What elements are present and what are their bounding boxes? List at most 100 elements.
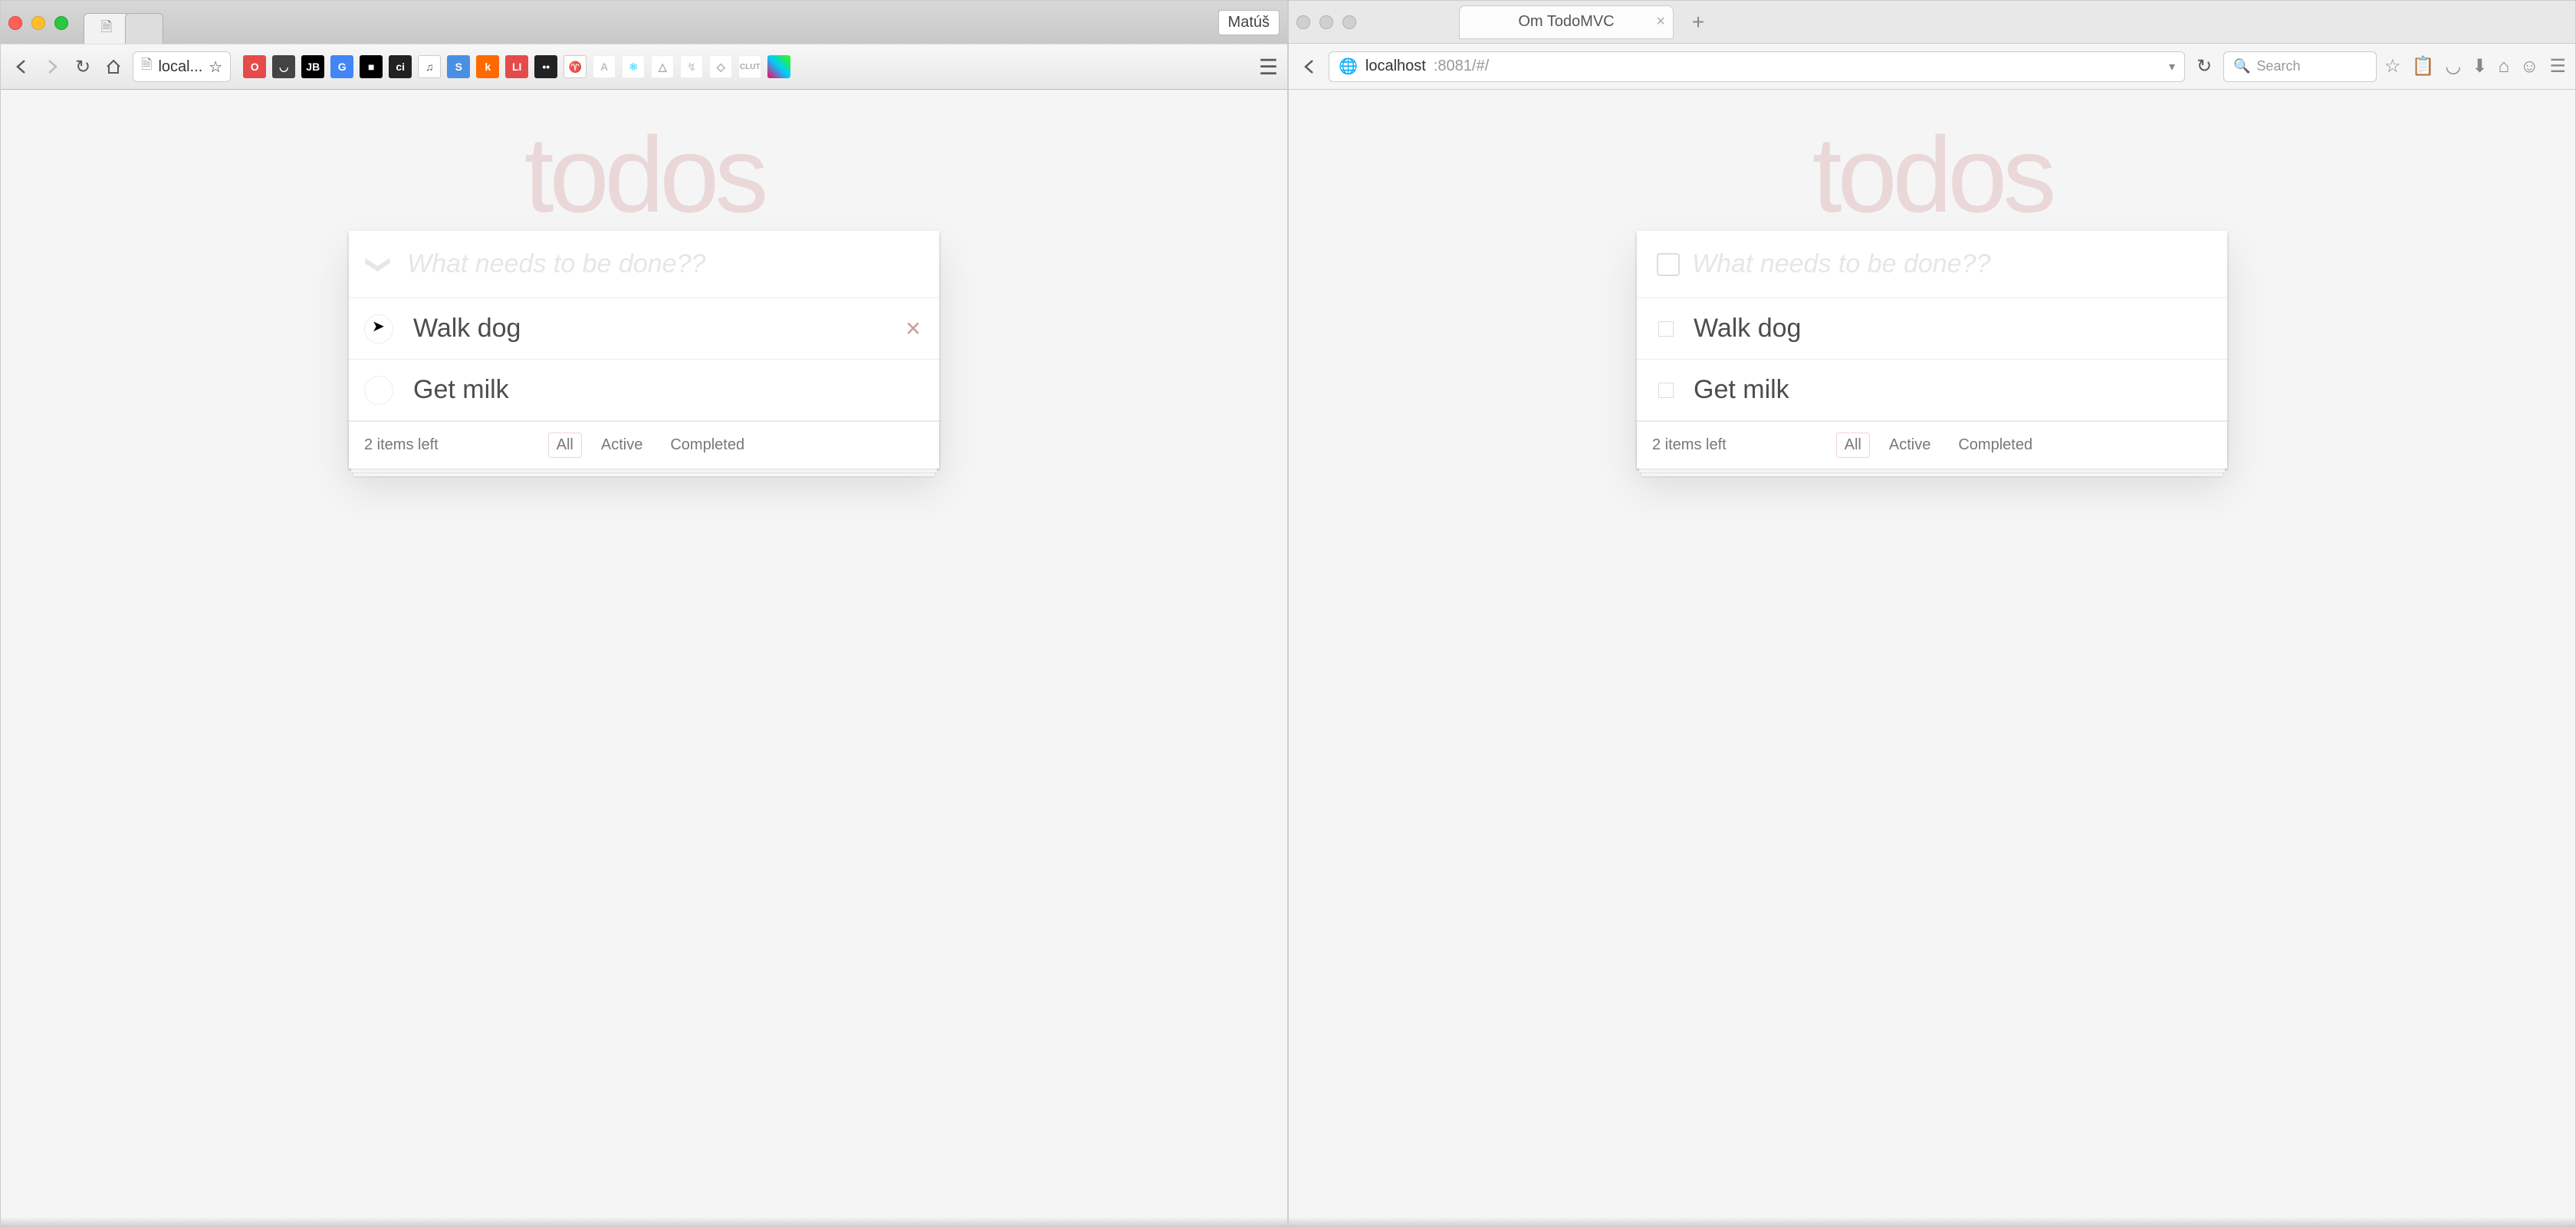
chevron-down-icon[interactable]: ▾ bbox=[2169, 59, 2175, 74]
destroy-icon[interactable]: × bbox=[905, 314, 921, 344]
todo-header: ❯ bbox=[349, 231, 939, 298]
react-icon[interactable]: ⚛ bbox=[622, 55, 645, 78]
angular-icon[interactable]: A bbox=[593, 55, 616, 78]
star-icon[interactable]: ☆ bbox=[209, 58, 222, 77]
li-icon[interactable]: LI bbox=[505, 55, 528, 78]
window-controls bbox=[8, 16, 68, 44]
new-todo-input[interactable] bbox=[1680, 231, 2212, 298]
items-left-count: 2 items left bbox=[364, 436, 439, 454]
right-viewport: todos Walk dog Get milk bbox=[1289, 90, 2575, 1226]
opera-icon[interactable]: O bbox=[243, 55, 266, 78]
page-icon: 🗎 bbox=[141, 55, 152, 78]
bottom-shadow bbox=[1289, 1217, 2575, 1226]
toggle-checkbox[interactable] bbox=[1658, 383, 1674, 398]
search-placeholder: Search bbox=[2256, 58, 2300, 74]
filter-active[interactable]: Active bbox=[1881, 433, 1939, 458]
filters: All Active Completed bbox=[1836, 433, 2041, 458]
chrome-tab-bar: 🗎 Matúš bbox=[1, 1, 1287, 44]
todo-label[interactable]: Get milk bbox=[393, 360, 924, 420]
jb-icon[interactable]: JB bbox=[301, 55, 324, 78]
home-icon[interactable] bbox=[102, 55, 125, 78]
items-left-count: 2 items left bbox=[1652, 436, 1727, 454]
todo-item: Get milk bbox=[1637, 360, 2227, 421]
filter-all[interactable]: All bbox=[548, 433, 582, 458]
todo-card: ❯ ➤ Walk dog × Get milk 2 bbox=[349, 231, 939, 469]
extension-icons: O ◡ JB G ■ ci ♫ S k LI •• ♈ A ⚛ △ ↯ ◇ CL… bbox=[243, 55, 790, 78]
search-icon: 🔍 bbox=[2233, 58, 2250, 74]
minimize-window-icon[interactable] bbox=[31, 16, 45, 30]
firefox-toolbar: 🌐 localhost:8081/#/ ▾ ↻ 🔍 Search ☆ 📋 ◡ ⬇… bbox=[1289, 44, 2575, 90]
star-icon[interactable]: ☆ bbox=[2384, 55, 2401, 77]
pocket-icon[interactable]: ◡ bbox=[2445, 55, 2461, 77]
maximize-window-icon[interactable] bbox=[1342, 15, 1356, 29]
s-icon[interactable]: S bbox=[447, 55, 470, 78]
new-tab-icon[interactable]: + bbox=[1684, 8, 1712, 36]
reload-icon[interactable]: ↻ bbox=[2193, 55, 2216, 78]
music-icon[interactable]: ♫ bbox=[418, 55, 441, 78]
minimize-window-icon[interactable] bbox=[1319, 15, 1333, 29]
url-rest: :8081/#/ bbox=[1434, 58, 1489, 75]
todo-label[interactable]: Walk dog bbox=[1674, 298, 2212, 359]
gtranslate-icon[interactable]: G bbox=[330, 55, 353, 78]
dots-icon[interactable]: •• bbox=[534, 55, 557, 78]
hex-icon[interactable]: ◇ bbox=[709, 55, 732, 78]
todo-footer: 2 items left All Active Completed bbox=[349, 421, 939, 469]
url-text: local... bbox=[158, 58, 202, 76]
maximize-window-icon[interactable] bbox=[54, 16, 68, 30]
home-icon[interactable]: ⌂ bbox=[2498, 56, 2509, 77]
ci-icon[interactable]: ci bbox=[389, 55, 412, 78]
filter-all[interactable]: All bbox=[1836, 433, 1870, 458]
todo-footer: 2 items left All Active Completed bbox=[1637, 421, 2227, 469]
app-title: todos bbox=[1637, 113, 2227, 237]
clipboard-icon[interactable]: 📋 bbox=[2412, 55, 2435, 77]
todo-label[interactable]: Get milk bbox=[1674, 360, 2212, 420]
close-window-icon[interactable] bbox=[1296, 15, 1310, 29]
url-field[interactable]: 🌐 localhost:8081/#/ ▾ bbox=[1329, 51, 2185, 82]
left-viewport: todos ❯ ➤ Walk dog × Get milk bbox=[1, 90, 1287, 1226]
grunt-icon[interactable]: ♈ bbox=[564, 55, 586, 78]
back-icon[interactable] bbox=[1298, 55, 1321, 78]
page-icon: 🗎 bbox=[101, 18, 112, 41]
filter-completed[interactable]: Completed bbox=[1950, 433, 2041, 458]
clut-icon[interactable]: CLUT bbox=[738, 55, 761, 78]
color-icon[interactable] bbox=[767, 55, 790, 78]
new-todo-input[interactable] bbox=[395, 231, 924, 298]
todo-item: Get milk bbox=[349, 360, 939, 421]
smiley-icon[interactable]: ☺ bbox=[2520, 56, 2539, 77]
close-tab-icon[interactable]: × bbox=[1656, 13, 1665, 31]
k-icon[interactable]: k bbox=[476, 55, 499, 78]
reload-icon[interactable]: ↻ bbox=[71, 55, 94, 78]
download-icon[interactable]: ⬇ bbox=[2472, 55, 2487, 77]
bolt-icon[interactable]: ↯ bbox=[680, 55, 703, 78]
menu-icon[interactable]: ☰ bbox=[1259, 54, 1278, 80]
filter-completed[interactable]: Completed bbox=[662, 433, 753, 458]
url-field[interactable]: 🗎 local... ☆ bbox=[133, 51, 231, 82]
toggle-all-checkbox[interactable] bbox=[1657, 253, 1680, 276]
todo-card: Walk dog Get milk 2 items left All Activ… bbox=[1637, 231, 2227, 469]
toggle-checkbox[interactable] bbox=[364, 376, 393, 405]
browser-tab-active[interactable]: Om TodoMVC × bbox=[1459, 5, 1674, 39]
close-window-icon[interactable] bbox=[8, 16, 22, 30]
browser-tab-inactive[interactable] bbox=[125, 13, 163, 44]
toggle-all-chevron-icon[interactable]: ❯ bbox=[365, 249, 394, 280]
firefox-tab-bar: Om TodoMVC × + bbox=[1289, 1, 2575, 44]
url-host: localhost bbox=[1365, 58, 1426, 75]
menu-icon[interactable]: ☰ bbox=[2549, 55, 2566, 77]
toggle-checkbox[interactable] bbox=[1658, 321, 1674, 337]
window-controls bbox=[1296, 15, 1356, 29]
browser-tab-active[interactable]: 🗎 bbox=[84, 13, 130, 44]
app-title: todos bbox=[349, 113, 939, 237]
todo-header bbox=[1637, 231, 2227, 298]
filter-active[interactable]: Active bbox=[593, 433, 651, 458]
chrome-window: 🗎 Matúš ↻ 🗎 local... ☆ O ◡ JB G ■ ci ♫ S bbox=[0, 0, 1288, 1227]
todo-label[interactable]: Walk dog bbox=[393, 298, 924, 359]
search-field[interactable]: 🔍 Search bbox=[2223, 51, 2377, 82]
tab-title: Om TodoMVC bbox=[1518, 13, 1614, 31]
drive-icon[interactable]: △ bbox=[651, 55, 674, 78]
square-icon[interactable]: ■ bbox=[360, 55, 383, 78]
forward-icon[interactable] bbox=[41, 55, 64, 78]
todoapp-left: todos ❯ ➤ Walk dog × Get milk bbox=[349, 90, 939, 469]
back-icon[interactable] bbox=[10, 55, 33, 78]
pocket-icon[interactable]: ◡ bbox=[272, 55, 295, 78]
profile-badge[interactable]: Matúš bbox=[1218, 10, 1280, 35]
